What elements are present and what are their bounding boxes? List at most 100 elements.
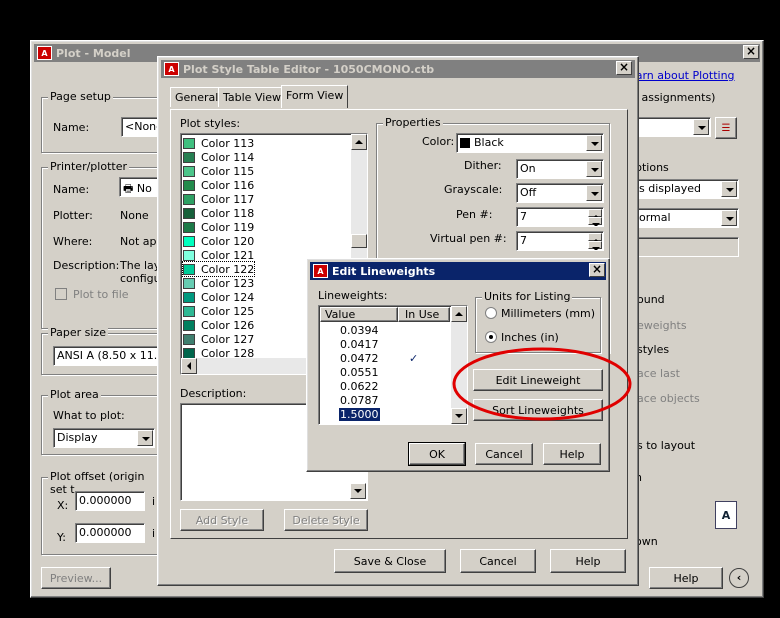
color-swatch (183, 221, 195, 233)
pste-close-button[interactable]: × (616, 61, 632, 75)
plot-style-item[interactable]: Color 125 (183, 304, 254, 318)
option-paperspace-last[interactable]: ace last (637, 367, 680, 380)
lineweights-title: Edit Lineweights (332, 264, 436, 278)
shade-plot-select[interactable]: s displayed (635, 179, 739, 199)
what-to-plot-dropdown-icon[interactable] (137, 430, 153, 446)
add-style-button[interactable]: Add Style (180, 509, 264, 531)
lineweights-close-button[interactable]: × (589, 263, 605, 277)
plot-to-file-checkbox[interactable] (55, 288, 67, 300)
plot-style-item[interactable]: Color 127 (183, 332, 254, 346)
lineweight-row[interactable]: 0.0787 (319, 394, 449, 408)
paper-size-select[interactable]: ANSI A (8.50 x 11.0 (53, 346, 161, 366)
description-value-line1: The lay (120, 259, 161, 272)
tab-general[interactable]: General (170, 87, 224, 107)
description-dropdown-icon[interactable] (350, 483, 366, 499)
pste-cancel-button[interactable]: Cancel (460, 549, 536, 573)
plotter-value: None (120, 209, 149, 222)
plot-style-name: Color 126 (201, 318, 255, 332)
grayscale-dropdown-icon[interactable] (586, 185, 602, 201)
dither-select[interactable]: On (516, 159, 604, 179)
orientation-preview-icon: A (715, 501, 737, 529)
plot-style-item[interactable]: Color 114 (183, 150, 254, 164)
printer-name-select[interactable]: 🖶 No (119, 177, 161, 197)
quality-dropdown-icon[interactable] (721, 210, 737, 226)
plot-style-item[interactable]: Color 115 (183, 164, 254, 178)
tab-table-view[interactable]: Table View (218, 87, 287, 107)
lineweights-list[interactable]: Value In Use 0.0394 0.0417 0.0472 ✓ 0.0551 0.… (318, 305, 468, 425)
grayscale-select[interactable]: Off (516, 183, 604, 203)
offset-x-input[interactable]: 0.000000 (75, 491, 145, 511)
pen-input[interactable]: 7 (516, 207, 604, 227)
lineweight-row[interactable]: 0.0394 (319, 324, 449, 338)
plot-style-item[interactable]: Color 120 (183, 234, 254, 248)
vpen-spin-down-icon[interactable] (588, 241, 602, 250)
dither-dropdown-icon[interactable] (586, 161, 602, 177)
quality-select[interactable]: ormal (635, 208, 739, 228)
lineweights-ok-button[interactable]: OK (408, 442, 466, 466)
plot-style-item[interactable]: Color 123 (183, 276, 254, 290)
page-setup-name-select[interactable]: <None (121, 117, 161, 137)
dpi-field[interactable] (635, 237, 739, 257)
lineweight-row[interactable]: 0.0417 (319, 338, 449, 352)
plot-style-item[interactable]: Color 113 (183, 136, 254, 150)
plot-style-item[interactable]: Color 119 (183, 220, 254, 234)
scroll-thumb[interactable] (351, 234, 367, 248)
pen-spin-up-icon[interactable] (588, 209, 602, 219)
preview-button[interactable]: Preview... (41, 567, 111, 589)
color-swatch (183, 179, 195, 191)
pen-spin-down-icon[interactable] (588, 217, 602, 226)
millimeters-radio[interactable] (485, 307, 497, 319)
lineweights-cancel-button[interactable]: Cancel (475, 443, 533, 465)
plot-window-close-button[interactable]: × (743, 45, 759, 59)
color-dropdown-icon[interactable] (586, 135, 602, 151)
lw-scroll-up-icon[interactable] (451, 306, 467, 322)
option-lineweights[interactable]: eweights (637, 319, 687, 332)
option-plot-styles[interactable]: styles (637, 343, 669, 356)
save-close-button[interactable]: Save & Close (334, 549, 446, 573)
plot-style-item[interactable]: Color 121 (183, 248, 254, 262)
page-setup-add-button[interactable]: ☰ (715, 117, 737, 139)
what-to-plot-value: Display (57, 431, 98, 444)
col-value-header[interactable]: Value (320, 307, 398, 322)
tab-form-view[interactable]: Form View (281, 85, 349, 108)
virtual-pen-label: Virtual pen #: (430, 232, 507, 245)
pste-help-button[interactable]: Help (550, 549, 626, 573)
option-save-to-layout[interactable]: s to layout (637, 439, 695, 452)
expand-options-icon[interactable]: ‹ (729, 568, 749, 588)
lineweights-help-button[interactable]: Help (543, 443, 601, 465)
plot-style-name: Color 119 (201, 220, 255, 234)
option-background[interactable]: ound (637, 293, 665, 306)
lineweight-row[interactable]: 0.0622 (319, 380, 449, 394)
option-hide-paperspace[interactable]: ace objects (637, 392, 700, 405)
delete-style-label: Delete Style (292, 513, 360, 527)
plot-style-item[interactable]: Color 118 (183, 206, 254, 220)
offset-y-label: Y: (57, 531, 66, 544)
vpen-spin-up-icon[interactable] (588, 233, 602, 243)
col-inuse-header[interactable]: In Use (398, 307, 450, 322)
assignments-text: n assignments) (631, 91, 716, 104)
lineweight-row[interactable]: 0.0472 ✓ (319, 352, 449, 366)
virtual-pen-input[interactable]: 7 (516, 231, 604, 251)
plot-style-item[interactable]: Color 116 (183, 178, 254, 192)
what-to-plot-select[interactable]: Display (53, 428, 155, 448)
color-select[interactable]: Black (456, 133, 604, 153)
lineweight-row[interactable]: 1.5000 (319, 407, 449, 422)
plot-style-name: Color 115 (201, 164, 255, 178)
offset-y-input[interactable]: 0.000000 (75, 523, 145, 543)
page-setup-right-select[interactable] (635, 117, 711, 137)
plot-style-item[interactable]: Color 124 (183, 290, 254, 304)
plot-help-button[interactable]: Help (649, 567, 723, 589)
plot-window-title: Plot - Model (56, 46, 131, 60)
plot-style-item[interactable]: Color 122 (181, 261, 256, 277)
plot-style-item[interactable]: Color 117 (183, 192, 254, 206)
scroll-left-icon[interactable] (181, 358, 197, 374)
learn-about-plotting-link[interactable]: Learn about Plotting (623, 69, 735, 82)
inches-radio[interactable] (485, 331, 497, 343)
color-swatch (183, 235, 195, 247)
delete-style-button[interactable]: Delete Style (284, 509, 368, 531)
shade-plot-dropdown-icon[interactable] (721, 181, 737, 197)
page-setup-dropdown-icon[interactable] (693, 119, 709, 135)
lineweight-row[interactable]: 0.0551 (319, 366, 449, 380)
scroll-up-icon[interactable] (351, 134, 367, 150)
plot-style-item[interactable]: Color 126 (183, 318, 254, 332)
